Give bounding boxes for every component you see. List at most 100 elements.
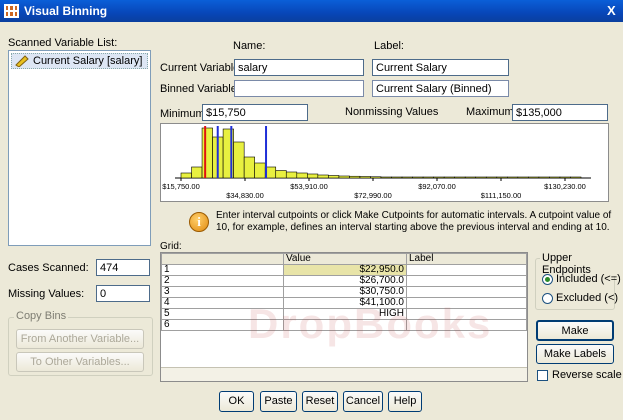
- table-row[interactable]: 2 $26,700.0: [161, 275, 527, 287]
- histogram-bar: [401, 176, 413, 179]
- label-header: Label:: [374, 40, 404, 52]
- included-radio-label: Included (<=): [556, 273, 621, 285]
- histogram-bar: [433, 176, 445, 179]
- grid-header-row: [161, 253, 284, 265]
- title-bar: Visual Binning X: [0, 0, 623, 22]
- list-item[interactable]: Current Salary [salary]: [11, 53, 148, 69]
- row-number: 3: [161, 286, 284, 298]
- histogram-bar: [422, 176, 434, 179]
- histogram-bar: [549, 176, 561, 179]
- histogram-bar: [370, 176, 382, 179]
- help-button[interactable]: Help: [388, 391, 422, 412]
- ok-button[interactable]: OK: [219, 391, 254, 412]
- radio-unselected-icon: [542, 292, 553, 304]
- info-icon: i: [189, 212, 209, 232]
- reverse-scale-checkbox[interactable]: Reverse scale: [537, 369, 622, 381]
- histogram-bar: [359, 176, 371, 179]
- from-another-variable-button[interactable]: From Another Variable...: [16, 329, 144, 349]
- histogram-bar: [254, 162, 266, 179]
- histogram-bar: [528, 176, 540, 179]
- visual-binning-icon: [4, 4, 19, 18]
- tick-label: $15,750.00: [162, 182, 200, 191]
- binned-variable-label: Binned Variable:: [160, 83, 240, 95]
- histogram-bar: [443, 176, 455, 179]
- close-icon[interactable]: X: [607, 3, 621, 19]
- histogram-bar: [180, 172, 192, 179]
- cancel-button[interactable]: Cancel: [343, 391, 383, 412]
- table-row[interactable]: 3 $30,750.0: [161, 286, 527, 298]
- histogram-bar: [454, 176, 466, 179]
- histogram-bar: [507, 176, 519, 179]
- histogram-bar: [570, 176, 582, 179]
- histogram-bar: [275, 170, 287, 179]
- histogram-bar: [485, 176, 498, 179]
- histogram-bar: [243, 156, 255, 179]
- histogram-bar: [475, 176, 487, 179]
- grid-header-label: Label: [406, 253, 527, 265]
- histogram-bar: [191, 166, 203, 179]
- reset-button[interactable]: Reset: [302, 391, 338, 412]
- excluded-radio[interactable]: Excluded (<): [542, 292, 618, 304]
- tick-label: $34,830.00: [226, 191, 264, 200]
- binned-variable-name-input[interactable]: [234, 80, 364, 97]
- histogram-bar: [559, 176, 571, 179]
- missing-values-label: Missing Values:: [8, 288, 85, 300]
- histogram-bar: [517, 176, 529, 179]
- label-cell[interactable]: [406, 286, 527, 298]
- scanned-variable-list[interactable]: Current Salary [salary]: [8, 50, 151, 246]
- row-number: 1: [161, 264, 284, 276]
- watermark: DropBooks: [248, 300, 493, 347]
- histogram-bar: [391, 176, 403, 179]
- make-labels-button[interactable]: Make Labels: [536, 344, 614, 364]
- row-number: 2: [161, 275, 284, 287]
- paste-button[interactable]: Paste: [260, 391, 297, 412]
- tick-label: $92,070.00: [418, 182, 456, 191]
- histogram-panel[interactable]: $15,750.00 $53,910.00 $92,070.00 $130,230.0…: [160, 123, 609, 202]
- cases-scanned-value: 474: [96, 259, 150, 276]
- maximum-value: $135,000: [512, 104, 608, 121]
- tick-label: $72,990.00: [354, 191, 392, 200]
- minimum-value: $15,750: [202, 104, 308, 121]
- grid-scrollbar[interactable]: [161, 367, 527, 381]
- grid-header-value: Value: [283, 253, 407, 265]
- window-title: Visual Binning: [24, 4, 108, 18]
- maximum-label: Maximum:: [466, 106, 517, 118]
- copy-bins-label: Copy Bins: [14, 310, 69, 322]
- info-message: Enter interval cutpoints or click Make C…: [216, 210, 612, 233]
- included-radio[interactable]: Included (<=): [542, 273, 621, 285]
- minimum-label: Minimum:: [160, 108, 208, 120]
- nonmissing-label: Nonmissing Values: [345, 106, 439, 118]
- table-row[interactable]: 1 $22,950.0: [161, 264, 527, 276]
- histogram-bar: [201, 127, 213, 179]
- cases-scanned-label: Cases Scanned:: [8, 262, 89, 274]
- tick-label: $53,910.00: [290, 182, 328, 191]
- histogram-bar: [464, 176, 477, 179]
- value-cell[interactable]: $22,950.0: [283, 264, 407, 276]
- checkbox-icon: [537, 369, 548, 381]
- to-other-variables-button[interactable]: To Other Variables...: [16, 352, 144, 372]
- histogram-bar: [307, 173, 319, 179]
- histogram-bar: [317, 174, 329, 179]
- value-cell[interactable]: $26,700.0: [283, 275, 407, 287]
- binned-variable-label-input[interactable]: Current Salary (Binned): [372, 80, 509, 97]
- value-cell[interactable]: $30,750.0: [283, 286, 407, 298]
- missing-values-value: 0: [96, 285, 150, 302]
- label-cell[interactable]: [406, 275, 527, 287]
- histogram-bar: [328, 175, 340, 179]
- current-variable-name: salary: [234, 59, 364, 76]
- label-cell[interactable]: [406, 264, 527, 276]
- radio-selected-icon: [542, 273, 553, 285]
- histogram-bar: [285, 171, 298, 179]
- current-variable-label-field: Current Salary: [372, 59, 509, 76]
- make-cutpoints-button[interactable]: Make Cutpoints...: [536, 320, 614, 356]
- histogram-bar: [412, 176, 424, 179]
- current-variable-label: Current Variable:: [160, 62, 243, 74]
- histogram-chart[interactable]: $15,750.00 $53,910.00 $92,070.00 $130,230.0…: [161, 124, 608, 201]
- tick-label: $130,230.00: [544, 182, 586, 191]
- histogram-bar: [233, 141, 245, 179]
- histogram-bar: [380, 176, 392, 179]
- histogram-bar: [349, 175, 361, 179]
- tick-label: $111,150.00: [481, 191, 522, 200]
- scanned-list-label: Scanned Variable List:: [8, 37, 118, 49]
- scale-variable-icon: [15, 55, 29, 67]
